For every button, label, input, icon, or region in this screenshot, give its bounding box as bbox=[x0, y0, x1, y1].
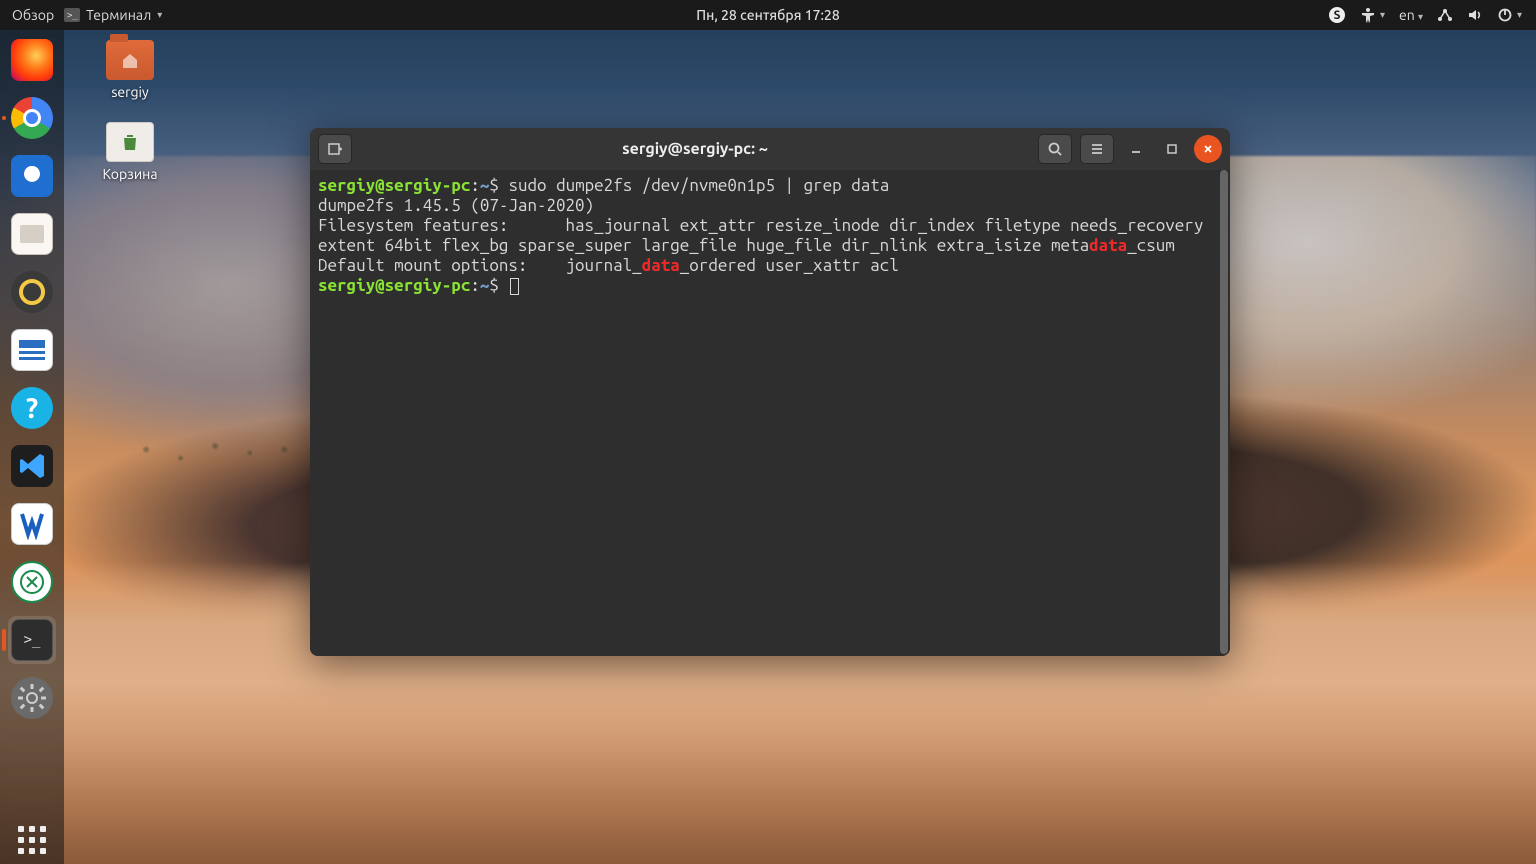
maximize-button[interactable] bbox=[1158, 135, 1186, 163]
app-menu-label: Терминал bbox=[86, 7, 151, 23]
dock-help[interactable]: ? bbox=[8, 384, 56, 432]
dock-virtualbox[interactable] bbox=[8, 500, 56, 548]
dock-chromium[interactable] bbox=[8, 94, 56, 142]
dock-firefox[interactable] bbox=[8, 36, 56, 84]
writer-icon bbox=[11, 329, 53, 371]
trash-icon bbox=[106, 122, 154, 162]
remmina-icon bbox=[11, 561, 53, 603]
vscode-icon bbox=[11, 445, 53, 487]
window-title: sergiy@sergiy-pc: ~ bbox=[360, 140, 1030, 158]
virtualbox-icon bbox=[11, 503, 53, 545]
hamburger-menu-button[interactable] bbox=[1080, 134, 1114, 164]
folder-home-icon bbox=[106, 40, 154, 80]
output-line-3: Default mount options: journal_data_orde… bbox=[318, 256, 1222, 276]
svg-text:S: S bbox=[1334, 9, 1341, 22]
volume-icon[interactable] bbox=[1467, 7, 1483, 23]
search-button[interactable] bbox=[1038, 134, 1072, 164]
scrollbar-thumb[interactable] bbox=[1220, 170, 1228, 654]
clock[interactable]: Пн, 28 сентября 17:28 bbox=[696, 7, 839, 23]
keyboard-layout[interactable]: en ▾ bbox=[1399, 7, 1423, 23]
grep-match: data bbox=[1089, 236, 1127, 255]
chevron-down-icon: ▾ bbox=[157, 9, 162, 21]
settings-icon bbox=[11, 677, 53, 719]
minimize-button[interactable] bbox=[1122, 135, 1150, 163]
dock-vscode[interactable] bbox=[8, 442, 56, 490]
dock-terminal[interactable] bbox=[8, 616, 56, 664]
desktop-icons: sergiy Корзина bbox=[80, 40, 180, 182]
command-text: sudo dumpe2fs /dev/nvme0n1p5 | grep data bbox=[508, 176, 889, 195]
power-icon[interactable]: ▾ bbox=[1497, 7, 1522, 23]
cursor bbox=[510, 278, 519, 295]
accessibility-icon[interactable]: ▾ bbox=[1360, 7, 1385, 23]
grep-match: data bbox=[642, 256, 680, 275]
home-folder-label: sergiy bbox=[111, 84, 148, 100]
dock-settings[interactable] bbox=[8, 674, 56, 722]
new-tab-button[interactable] bbox=[318, 134, 352, 164]
dock-thunderbird[interactable] bbox=[8, 152, 56, 200]
dock: ? bbox=[0, 30, 64, 864]
help-icon: ? bbox=[11, 387, 53, 429]
prompt-line-2: sergiy@sergiy-pc:~$ bbox=[318, 276, 1222, 296]
terminal-small-icon: >_ bbox=[64, 8, 80, 22]
firefox-icon bbox=[11, 39, 53, 81]
home-folder[interactable]: sergiy bbox=[80, 40, 180, 100]
top-panel: Обзор >_ Терминал ▾ Пн, 28 сентября 17:2… bbox=[0, 0, 1536, 30]
close-button[interactable] bbox=[1194, 135, 1222, 163]
dock-files[interactable] bbox=[8, 210, 56, 258]
prompt-line-1: sergiy@sergiy-pc:~$ sudo dumpe2fs /dev/n… bbox=[318, 176, 1222, 196]
terminal-scrollbar[interactable] bbox=[1220, 170, 1228, 654]
terminal-icon bbox=[11, 619, 53, 661]
apps-grid-icon bbox=[18, 826, 46, 854]
output-line-2: Filesystem features: has_journal ext_att… bbox=[318, 216, 1222, 256]
svg-text:>_: >_ bbox=[67, 11, 78, 21]
files-icon bbox=[11, 213, 53, 255]
trash-label: Корзина bbox=[102, 166, 157, 182]
activities-button[interactable]: Обзор bbox=[12, 7, 54, 23]
terminal-window: sergiy@sergiy-pc: ~ sergiy@sergiy-pc:~$ … bbox=[310, 128, 1230, 656]
dock-rhythmbox[interactable] bbox=[8, 268, 56, 316]
dock-remmina[interactable] bbox=[8, 558, 56, 606]
trash[interactable]: Корзина bbox=[80, 122, 180, 182]
dock-writer[interactable] bbox=[8, 326, 56, 374]
network-icon[interactable] bbox=[1437, 7, 1453, 23]
titlebar[interactable]: sergiy@sergiy-pc: ~ bbox=[310, 128, 1230, 170]
skype-tray-icon[interactable]: S bbox=[1328, 6, 1346, 24]
terminal-content[interactable]: sergiy@sergiy-pc:~$ sudo dumpe2fs /dev/n… bbox=[310, 170, 1230, 656]
show-applications[interactable] bbox=[8, 816, 56, 864]
app-menu[interactable]: >_ Терминал ▾ bbox=[64, 7, 162, 23]
rhythmbox-icon bbox=[11, 271, 53, 313]
chromium-icon bbox=[11, 97, 53, 139]
thunderbird-icon bbox=[11, 155, 53, 197]
output-line-1: dumpe2fs 1.45.5 (07-Jan-2020) bbox=[318, 196, 1222, 216]
